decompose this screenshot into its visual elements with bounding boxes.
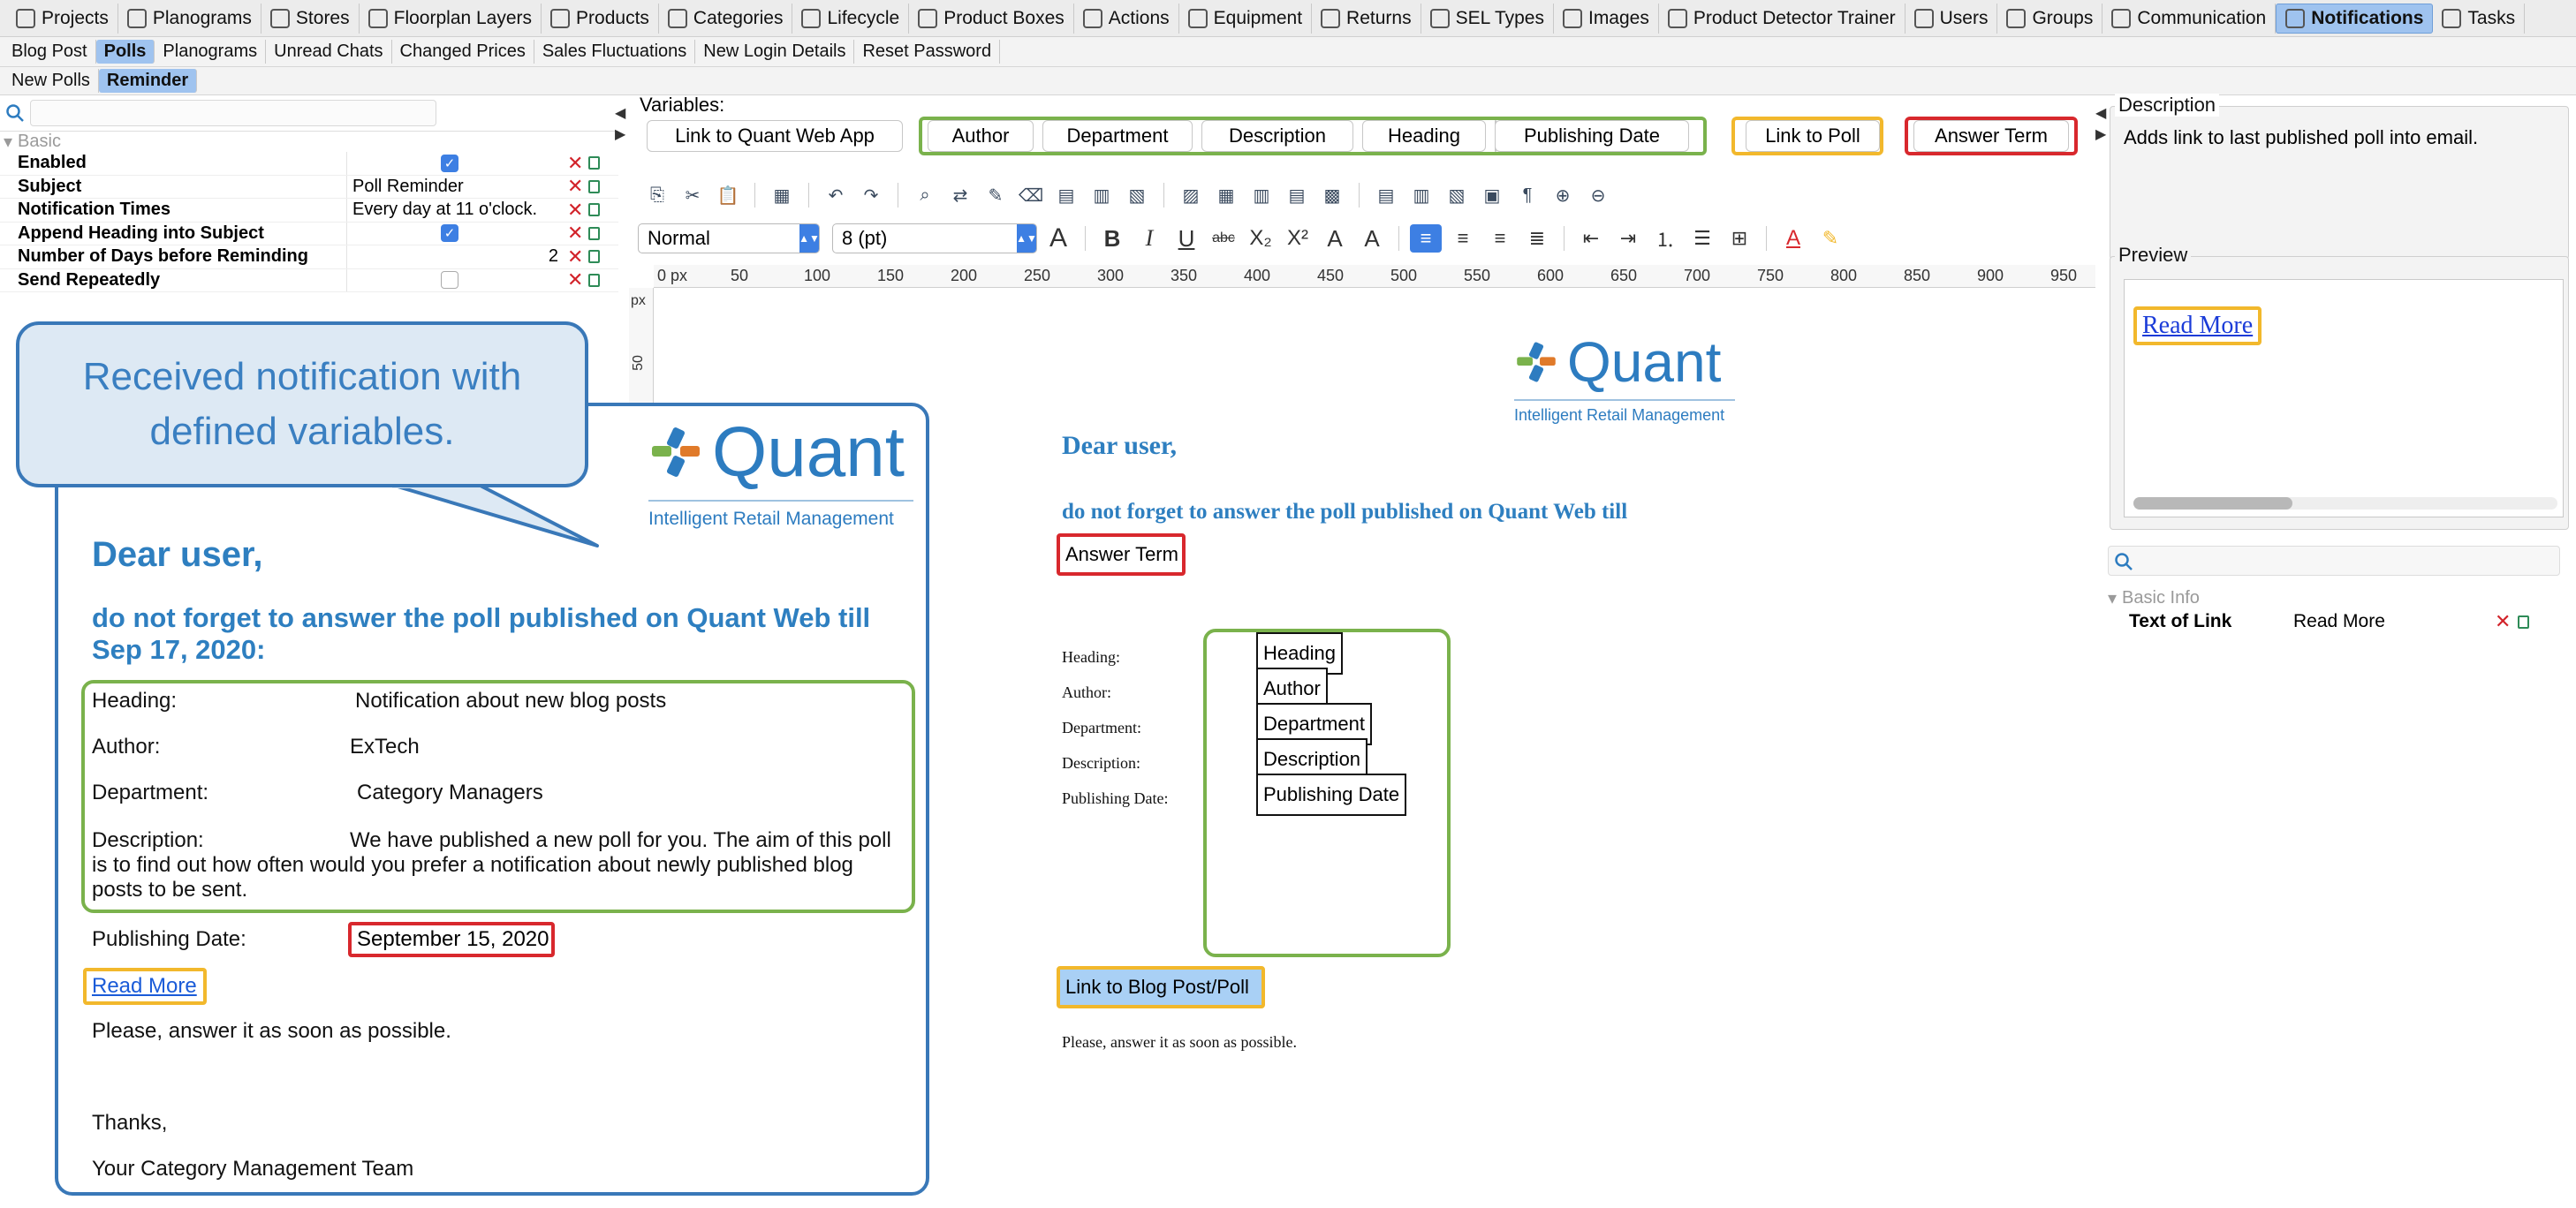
bubble-tail	[387, 482, 599, 547]
callout-bubble: Received notification with defined varia…	[16, 321, 588, 487]
callout-text: Received notification with defined varia…	[82, 355, 522, 453]
